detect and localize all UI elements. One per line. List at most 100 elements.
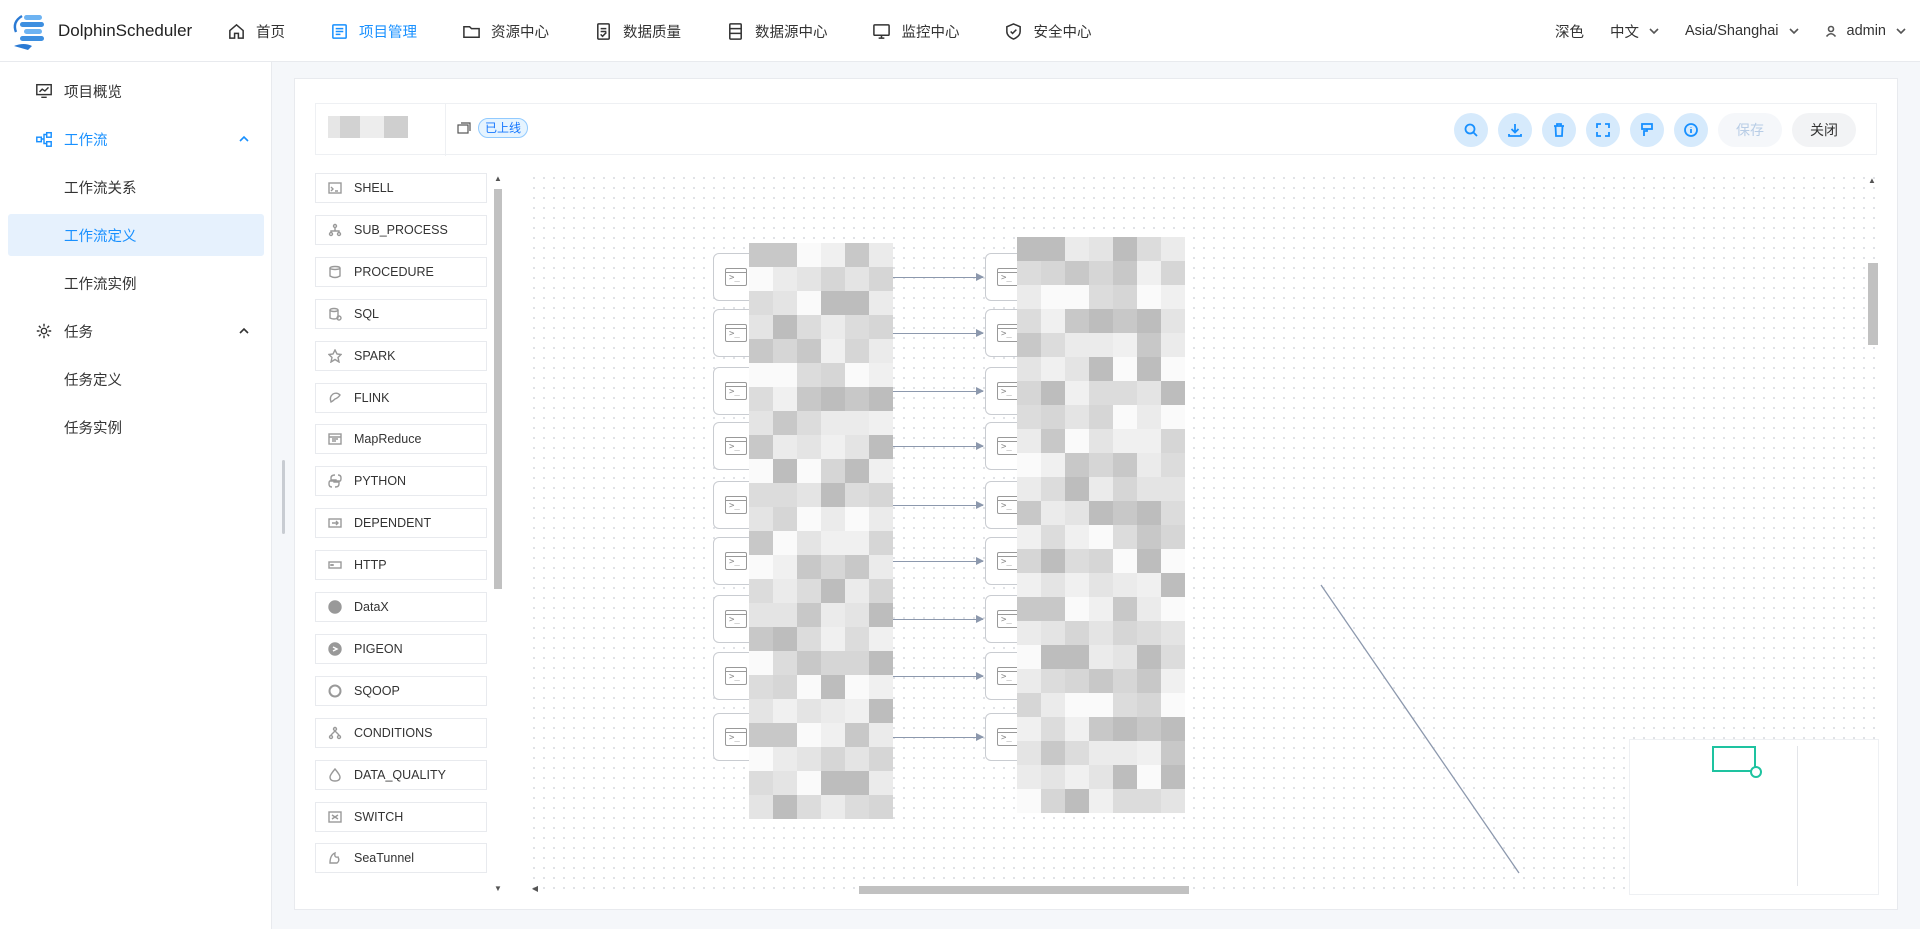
dag-edge[interactable] bbox=[893, 501, 984, 509]
shell-icon bbox=[725, 268, 747, 286]
palette-scrollbar[interactable]: ▲ ▼ bbox=[491, 173, 505, 895]
theme-toggle[interactable]: 深色 bbox=[1555, 21, 1584, 42]
theme-label: 深色 bbox=[1554, 24, 1584, 41]
task-type-mapreduce[interactable]: MapReduce bbox=[315, 424, 487, 455]
user-menu[interactable]: admin bbox=[1825, 23, 1907, 39]
minimap[interactable] bbox=[1629, 739, 1879, 895]
shell-icon bbox=[725, 382, 747, 400]
search-button[interactable] bbox=[1454, 113, 1488, 147]
dag-canvas[interactable]: ▲ ◀ bbox=[529, 173, 1879, 895]
scroll-up-arrow-icon[interactable]: ▲ bbox=[494, 175, 502, 183]
dependent-icon bbox=[328, 516, 342, 530]
dag-edge[interactable] bbox=[893, 557, 984, 565]
task-type-http[interactable]: HTTP bbox=[315, 550, 487, 581]
delete-button[interactable] bbox=[1542, 113, 1576, 147]
sidebar-item-label: 项目概览 bbox=[64, 84, 122, 101]
scroll-up-arrow-icon[interactable]: ▲ bbox=[1868, 177, 1876, 185]
minimap-viewport[interactable] bbox=[1712, 746, 1756, 772]
sub-process-icon bbox=[328, 223, 342, 237]
monitor-icon bbox=[872, 21, 892, 41]
shell-icon bbox=[997, 496, 1019, 514]
shell-icon bbox=[725, 324, 747, 342]
save-button[interactable]: 保存 bbox=[1718, 113, 1782, 147]
dag-edge[interactable] bbox=[893, 672, 984, 680]
task-type-flink[interactable]: FLINK bbox=[315, 382, 487, 413]
task-type-procedure[interactable]: PROCEDURE bbox=[315, 256, 487, 287]
redacted-task-names bbox=[1017, 237, 1185, 813]
task-type-label: DataX bbox=[354, 600, 389, 614]
task-type-switch[interactable]: SWITCH bbox=[315, 801, 487, 832]
dag-toolbar: 已上线 保存 关闭 bbox=[315, 103, 1877, 156]
download-button[interactable] bbox=[1498, 113, 1532, 147]
nav-security[interactable]: 安全中心 bbox=[1004, 0, 1092, 62]
task-type-sql[interactable]: SQL bbox=[315, 298, 487, 329]
task-type-sub-process[interactable]: SUB_PROCESS bbox=[315, 214, 487, 245]
sidebar-item-workflow[interactable]: 工作流 bbox=[8, 118, 264, 160]
canvas-vertical-scrollbar[interactable]: ▲ bbox=[1865, 173, 1879, 895]
task-type-conditions[interactable]: CONDITIONS bbox=[315, 717, 487, 748]
dag-edge[interactable] bbox=[893, 615, 984, 623]
close-button[interactable]: 关闭 bbox=[1792, 113, 1856, 147]
dag-edge[interactable] bbox=[893, 273, 984, 281]
sidebar-item-workflow-definition[interactable]: 工作流定义 bbox=[8, 214, 264, 256]
task-type-shell[interactable]: SHELL bbox=[315, 173, 487, 203]
sidebar-item-label: 工作流 bbox=[64, 132, 108, 149]
nav-monitor[interactable]: 监控中心 bbox=[872, 0, 960, 62]
nav-monitor-label: 监控中心 bbox=[901, 24, 960, 41]
task-type-python[interactable]: PYTHON bbox=[315, 466, 487, 497]
sidebar-item-workflow-instance[interactable]: 工作流实例 bbox=[8, 262, 264, 304]
sidebar-item-task-instance[interactable]: 任务实例 bbox=[8, 406, 264, 448]
sidebar-item-task[interactable]: 任务 bbox=[8, 310, 264, 352]
palette-scroll-thumb[interactable] bbox=[494, 189, 502, 589]
info-button[interactable] bbox=[1674, 113, 1708, 147]
search-icon bbox=[1464, 123, 1478, 137]
dag-edge[interactable] bbox=[893, 442, 984, 450]
canvas-hscroll-thumb[interactable] bbox=[859, 886, 1189, 894]
language-select[interactable]: 中文 bbox=[1610, 21, 1659, 42]
task-type-data-quality[interactable]: DATA_QUALITY bbox=[315, 759, 487, 790]
chevron-up-icon bbox=[239, 135, 249, 142]
nav-datasource[interactable]: 数据源中心 bbox=[725, 0, 828, 62]
task-type-pigeon[interactable]: PIGEON bbox=[315, 633, 487, 664]
task-type-datax[interactable]: DataX bbox=[315, 592, 487, 622]
task-type-label: PYTHON bbox=[354, 474, 407, 489]
shell-icon bbox=[725, 552, 747, 570]
task-type-seatunnel[interactable]: SeaTunnel bbox=[315, 843, 487, 874]
shell-icon bbox=[328, 181, 342, 195]
task-type-label: SUB_PROCESS bbox=[354, 222, 448, 237]
http-icon bbox=[328, 558, 342, 572]
format-button[interactable] bbox=[1630, 113, 1664, 147]
nav-data-quality[interactable]: 数据质量 bbox=[593, 0, 681, 62]
task-type-label: SeaTunnel bbox=[354, 851, 414, 866]
sidebar-resize-handle[interactable] bbox=[282, 460, 285, 534]
scroll-left-arrow-icon[interactable]: ◀ bbox=[531, 885, 539, 893]
nav-project[interactable]: 项目管理 bbox=[329, 0, 417, 62]
scroll-down-arrow-icon[interactable]: ▼ bbox=[494, 885, 502, 893]
copy-name-icon[interactable] bbox=[456, 121, 472, 137]
dag-edge[interactable] bbox=[893, 387, 984, 395]
nav-home[interactable]: 首页 bbox=[226, 0, 285, 62]
task-type-dependent[interactable]: DEPENDENT bbox=[315, 508, 487, 539]
header-right: 深色 中文 Asia/Shanghai admin bbox=[1529, 0, 1906, 62]
sidebar-item-task-definition[interactable]: 任务定义 bbox=[8, 358, 264, 400]
canvas-vscroll-thumb[interactable] bbox=[1868, 263, 1878, 345]
fullscreen-button[interactable] bbox=[1586, 113, 1620, 147]
dag-edge[interactable] bbox=[893, 329, 984, 337]
task-type-spark[interactable]: SPARK bbox=[315, 340, 487, 371]
dag-edge[interactable] bbox=[893, 733, 984, 741]
sidebar-item-label: 任务 bbox=[64, 324, 93, 341]
language-label: 中文 bbox=[1609, 24, 1639, 41]
sidebar-item-workflow-relation[interactable]: 工作流关系 bbox=[8, 166, 264, 208]
main-nav: 首页 项目管理 资源中心 数据质量 数据源中心 监控中心 安全中心 bbox=[226, 0, 1136, 62]
chevron-down-icon bbox=[1788, 28, 1799, 35]
timezone-select[interactable]: Asia/Shanghai bbox=[1685, 23, 1799, 39]
canvas-horizontal-scrollbar[interactable]: ◀ bbox=[529, 883, 1629, 895]
nav-resource[interactable]: 资源中心 bbox=[461, 0, 549, 62]
sidebar-item-project-overview[interactable]: 项目概览 bbox=[8, 70, 264, 112]
task-type-sqoop[interactable]: SQOOP bbox=[315, 675, 487, 706]
app-logo[interactable]: DolphinScheduler bbox=[10, 12, 192, 50]
redacted-task-names bbox=[749, 243, 893, 819]
shell-icon bbox=[997, 667, 1019, 685]
mapreduce-icon bbox=[328, 432, 342, 446]
minimap-resize-handle[interactable] bbox=[1750, 766, 1762, 778]
